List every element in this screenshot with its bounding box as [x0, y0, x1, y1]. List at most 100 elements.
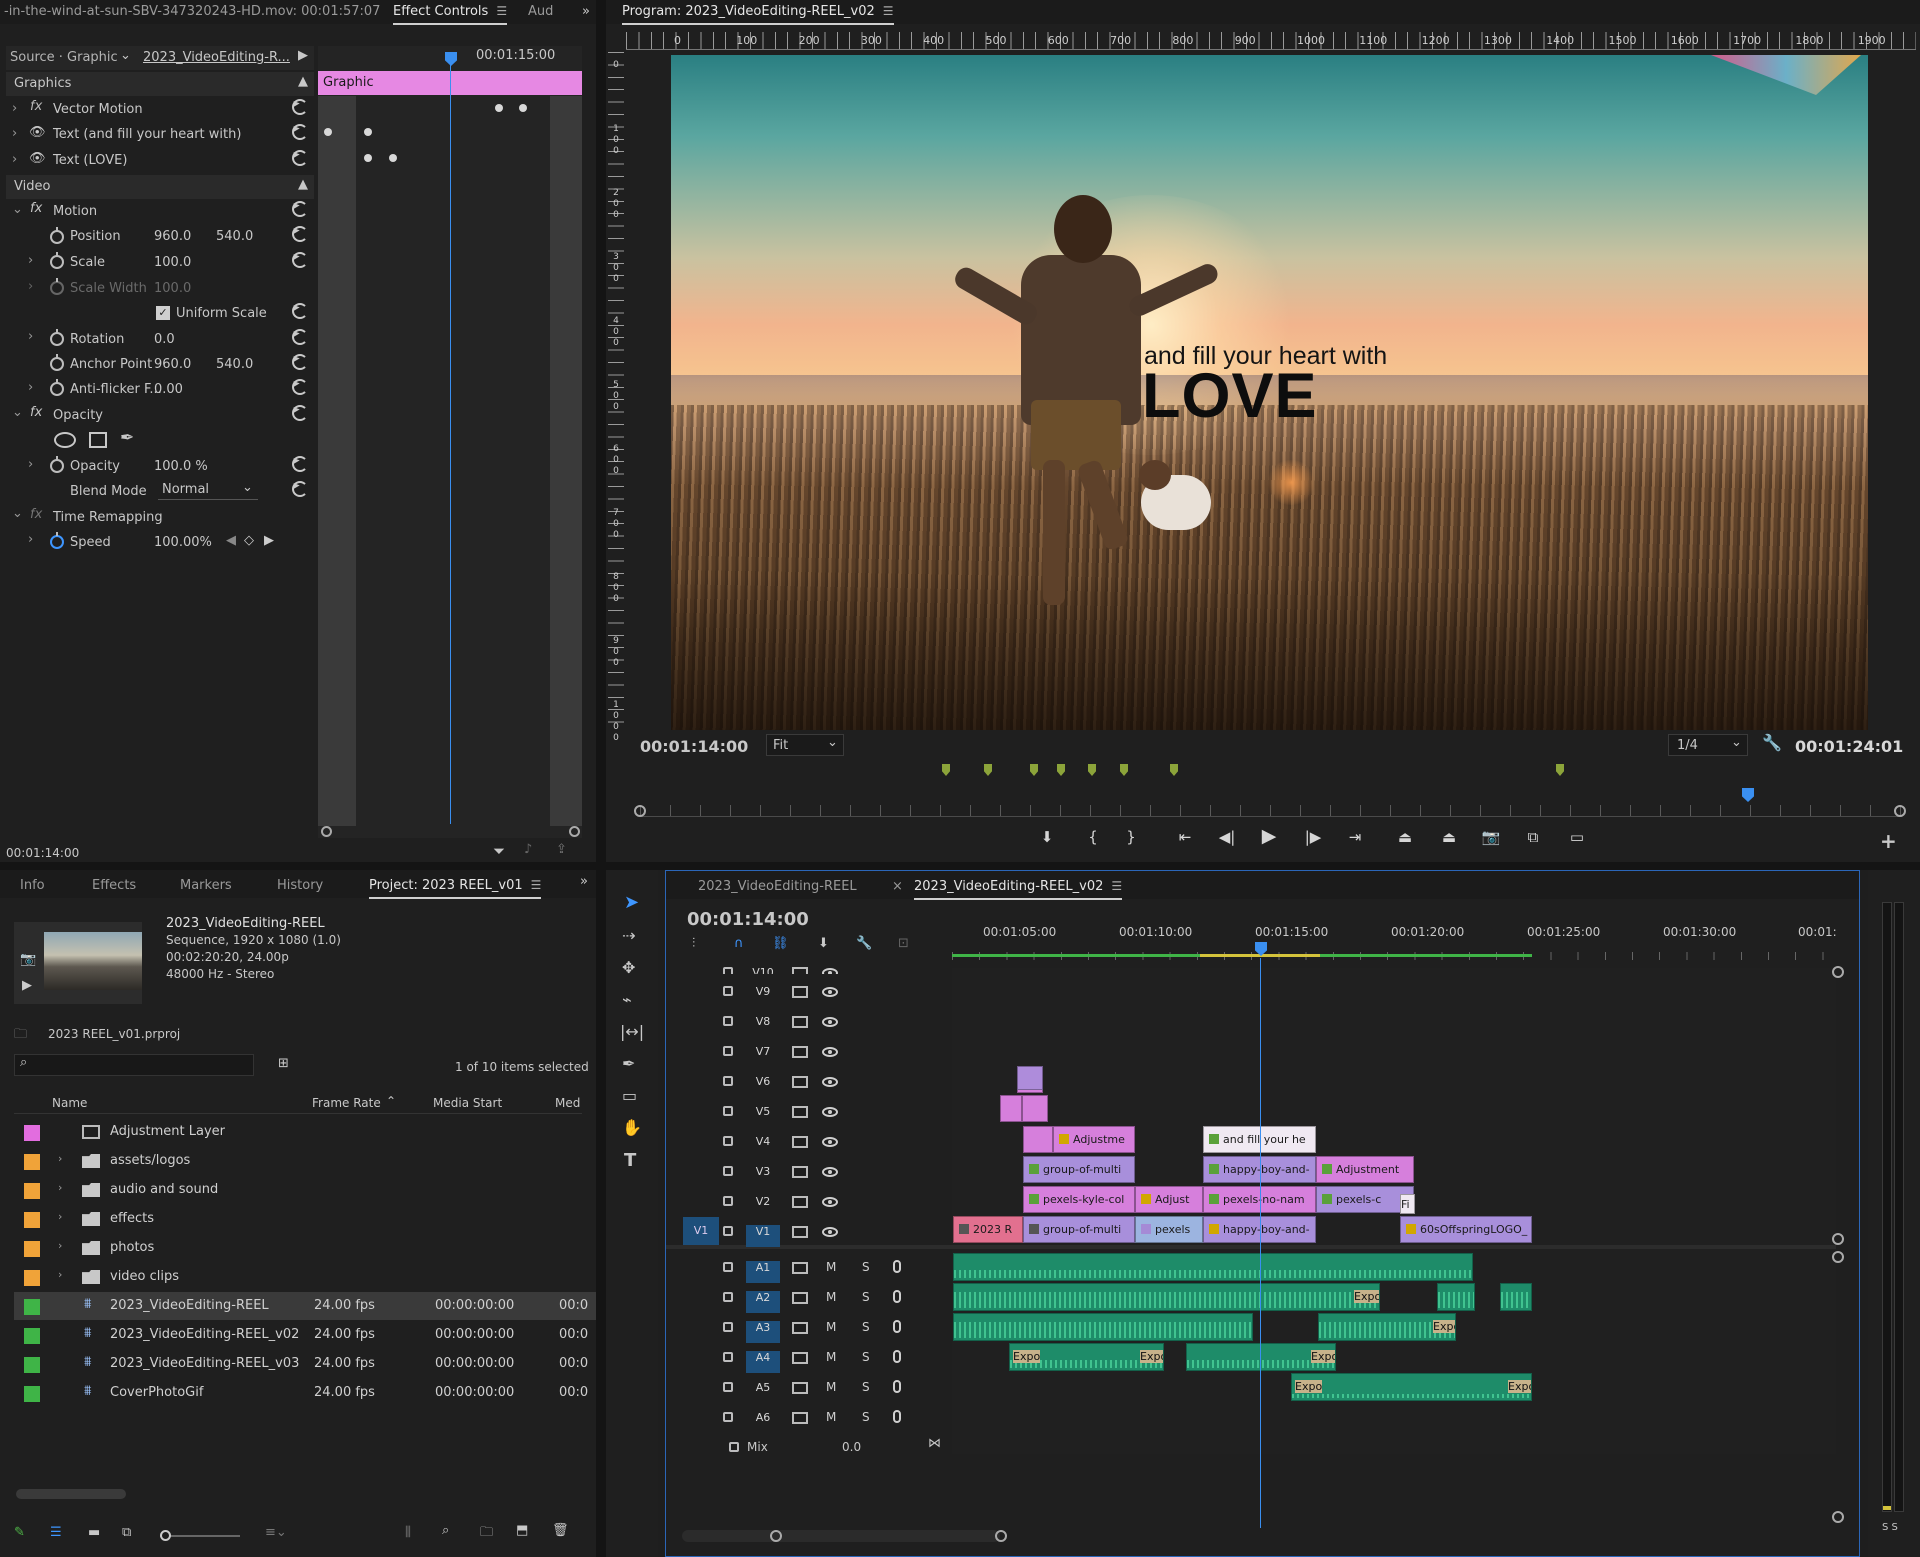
sync-lock-icon[interactable]	[792, 986, 808, 998]
reset-icon[interactable]	[292, 354, 308, 370]
timeline-clip[interactable]	[1023, 1126, 1053, 1153]
tab-menu-icon[interactable]: ☰	[531, 878, 542, 892]
audio-clip[interactable]: Expo Expo	[1291, 1373, 1532, 1401]
video-track-header[interactable]: V7	[0, 1037, 1290, 1067]
uniform-scale-checkbox[interactable]: ✓	[156, 306, 170, 320]
lock-icon[interactable]	[723, 1196, 733, 1206]
solo-button[interactable]: S	[862, 1380, 870, 1394]
marker-icon[interactable]: ⬇	[1034, 828, 1060, 846]
sync-lock-icon[interactable]	[792, 1076, 808, 1088]
microphone-icon[interactable]	[893, 1290, 901, 1303]
next-keyframe-icon[interactable]: ▶	[264, 533, 274, 548]
keyframe[interactable]	[389, 154, 397, 162]
mix-direction-icon[interactable]: ⋈	[928, 1436, 941, 1451]
stopwatch-icon[interactable]	[50, 379, 64, 396]
prev-keyframe-icon[interactable]: ◀	[226, 533, 236, 548]
track-name[interactable]: A2	[746, 1291, 780, 1313]
reset-icon[interactable]	[292, 201, 308, 217]
tab-overflow-icon[interactable]: »	[582, 4, 590, 19]
timeline-clip[interactable]: group-of-multi	[1023, 1156, 1135, 1183]
opacity-value[interactable]: 100.0 %	[154, 459, 208, 474]
tab-overflow-icon[interactable]: »	[580, 874, 588, 889]
lift-icon[interactable]: ⏏	[1392, 828, 1418, 846]
ellipse-mask-icon[interactable]	[54, 432, 76, 448]
sync-lock-icon[interactable]	[792, 1382, 808, 1394]
timeline-clip[interactable]: Adjustment	[1316, 1156, 1414, 1183]
lock-icon[interactable]	[723, 1106, 733, 1116]
video-track-header[interactable]: V5	[0, 1097, 1290, 1127]
timeline-settings-icon[interactable]: 🔧	[856, 936, 872, 951]
ec-footer-timecode[interactable]: 00:01:14:00	[6, 846, 79, 860]
eye-icon[interactable]	[822, 1017, 838, 1027]
anchor-y-value[interactable]: 540.0	[216, 357, 253, 372]
audio-clip[interactable]	[1500, 1283, 1532, 1311]
tab-sequence-2[interactable]: 2023_VideoEditing-REEL_v02 ☰	[914, 879, 1123, 900]
snap-magnet-icon[interactable]: ∩	[734, 936, 744, 951]
sync-lock-icon[interactable]	[792, 1412, 808, 1424]
play-audio-icon[interactable]: ♪	[524, 842, 532, 857]
icon-view-icon[interactable]: ▬	[88, 1525, 100, 1540]
fit-dropdown[interactable]: Fit ⌄	[766, 734, 844, 756]
eye-icon[interactable]	[822, 1137, 838, 1147]
track-name[interactable]: A5	[746, 1381, 780, 1403]
vertical-zoom-handle[interactable]	[1832, 1251, 1844, 1263]
expand-arrow-icon[interactable]: ›	[12, 152, 17, 167]
export-frame-icon[interactable]: 📷	[1478, 828, 1504, 846]
track-name[interactable]: V4	[746, 1135, 780, 1157]
keyframe[interactable]	[519, 104, 527, 112]
lock-icon[interactable]	[723, 1262, 733, 1272]
tab-sequence-1[interactable]: 2023_VideoEditing-REEL	[698, 879, 857, 894]
microphone-icon[interactable]	[893, 1350, 901, 1363]
lock-icon[interactable]	[723, 1226, 733, 1236]
fx-icon[interactable]: fx	[30, 507, 42, 522]
find-icon[interactable]: ⌕	[442, 1523, 449, 1538]
sync-lock-icon[interactable]	[792, 1166, 808, 1178]
track-name[interactable]: V1	[746, 1225, 780, 1247]
step-forward-icon[interactable]: |▶	[1300, 828, 1326, 846]
rectangle-mask-icon[interactable]	[89, 432, 107, 448]
video-track-header[interactable]: V10	[0, 958, 1290, 974]
audio-clip[interactable]: Expo	[953, 1283, 1380, 1311]
track-name[interactable]: V3	[746, 1165, 780, 1187]
play-icon[interactable]: ▶	[1256, 825, 1282, 847]
close-tab-icon[interactable]: ×	[892, 879, 903, 894]
position-x-value[interactable]: 960.0	[154, 229, 191, 244]
zoom-slider[interactable]	[160, 1535, 240, 1537]
ec-zoom-handle-left[interactable]	[321, 826, 332, 837]
step-back-icon[interactable]: ◀|	[1214, 828, 1240, 846]
lock-icon[interactable]	[723, 986, 733, 996]
reset-icon[interactable]	[292, 226, 308, 242]
eye-icon[interactable]: 👁	[29, 125, 46, 140]
selection-tool-icon[interactable]: ➤	[624, 892, 639, 913]
track-name[interactable]: A1	[746, 1261, 780, 1283]
stopwatch-icon[interactable]	[50, 532, 64, 549]
timeline-timecode[interactable]: 00:01:14:00	[687, 909, 809, 930]
audio-clip[interactable]: Expo	[1186, 1343, 1336, 1371]
keyframe[interactable]	[495, 104, 503, 112]
expand-arrow-icon[interactable]: ›	[12, 101, 17, 116]
mix-lock-icon[interactable]	[729, 1442, 739, 1452]
zoom-slider-thumb[interactable]	[160, 1530, 171, 1541]
reset-icon[interactable]	[292, 481, 308, 497]
list-view-icon[interactable]: ☰	[50, 1525, 62, 1540]
position-y-value[interactable]: 540.0	[216, 229, 253, 244]
tab-menu-icon[interactable]: ☰	[496, 4, 507, 18]
add-marker-icon[interactable]: ⬇	[818, 936, 829, 951]
track-name[interactable]: V5	[746, 1105, 780, 1127]
reset-icon[interactable]	[292, 303, 308, 319]
anchor-x-value[interactable]: 960.0	[154, 357, 191, 372]
reset-icon[interactable]	[292, 379, 308, 395]
reset-icon[interactable]	[292, 150, 308, 166]
eye-icon[interactable]	[822, 1047, 838, 1057]
lock-icon[interactable]	[723, 1016, 733, 1026]
sync-lock-icon[interactable]	[792, 1292, 808, 1304]
lock-icon[interactable]	[723, 1412, 733, 1422]
timeline-clip[interactable]	[1000, 1095, 1022, 1122]
track-name[interactable]: A6	[746, 1411, 780, 1433]
expand-arrow-icon[interactable]: ›	[12, 126, 17, 141]
track-name[interactable]: A4	[746, 1351, 780, 1373]
eye-icon[interactable]	[822, 1227, 838, 1237]
mute-button[interactable]: M	[826, 1380, 836, 1394]
sync-lock-icon[interactable]	[792, 1016, 808, 1028]
go-to-out-icon[interactable]: ⇥	[1342, 828, 1368, 846]
